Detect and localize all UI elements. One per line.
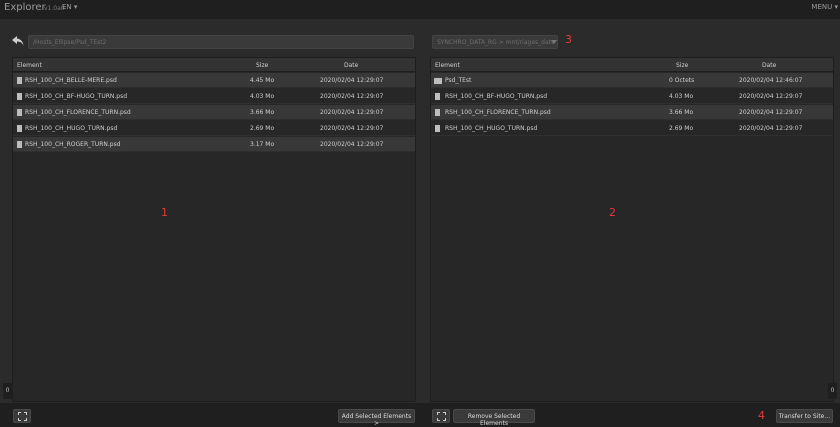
table-row[interactable]: RSH_100_CH_BF-HUGO_TURN.psd 4.03 Mo 2020… (431, 89, 833, 104)
file-date: 2020/02/04 12:29:07 (320, 109, 384, 116)
add-selected-button[interactable]: Add Selected Elements > (338, 409, 415, 427)
file-date: 2020/02/04 12:29:07 (320, 77, 384, 84)
file-size: 4.03 Mo (669, 93, 694, 100)
file-name: RSH_100_CH_HUGO_TURN.psd (25, 125, 118, 132)
column-size[interactable]: Size (676, 62, 688, 69)
annotation-3: 3 (565, 33, 572, 46)
back-arrow-icon[interactable] (11, 35, 25, 47)
menu-label: MENU (811, 3, 833, 11)
table-row[interactable]: RSH_100_CH_BF-HUGO_TURN.psd 4.03 Mo 2020… (13, 89, 415, 104)
select-all-icon[interactable] (432, 409, 450, 423)
transfer-to-site-button[interactable]: Transfer to Site... (776, 409, 833, 423)
file-icon (17, 109, 22, 116)
language-label: EN (62, 3, 72, 11)
chevron-down-icon[interactable] (551, 40, 557, 44)
file-icon (17, 77, 22, 84)
file-name: RSH_100_CH_FLORENCE_TURN.psd (25, 109, 131, 116)
remote-file-panel: Element Size Date Psd_TEst 0 Octets 2020… (430, 57, 834, 402)
file-size: 3.66 Mo (669, 109, 694, 116)
file-size: 2.69 Mo (669, 125, 694, 132)
app-title: Explorer (4, 2, 46, 13)
file-icon (435, 109, 440, 116)
table-row[interactable]: RSH_100_CH_BELLE-MERE.psd 4.45 Mo 2020/0… (13, 73, 415, 88)
file-icon (17, 93, 22, 100)
local-file-panel: Element Size Date RSH_100_CH_BELLE-MERE.… (12, 57, 416, 402)
table-row[interactable]: RSH_100_CH_FLORENCE_TURN.psd 3.66 Mo 202… (13, 105, 415, 120)
file-size: 3.17 Mo (250, 141, 275, 148)
column-element[interactable]: Element (435, 62, 460, 69)
file-date: 2020/02/04 12:29:07 (739, 93, 803, 100)
folder-icon (434, 78, 442, 84)
file-size: 2.69 Mo (250, 125, 275, 132)
file-size: 3.66 Mo (250, 109, 275, 116)
side-tab-right[interactable]: 0 (828, 383, 837, 399)
column-element[interactable]: Element (17, 62, 42, 69)
file-icon (435, 93, 440, 100)
column-date[interactable]: Date (762, 62, 776, 69)
menu-button[interactable]: MENU ▾ (811, 3, 838, 11)
side-tab-left[interactable]: 0 (3, 383, 12, 399)
file-icon (17, 125, 22, 132)
file-name: RSH_100_CH_BF-HUGO_TURN.psd (445, 93, 548, 100)
file-name: RSH_100_CH_ROGER_TURN.psd (25, 141, 121, 148)
site-select[interactable]: SYNCHRO_DATA_RG > mnt/riages_dats (432, 35, 558, 49)
annotation-4: 4 (758, 409, 765, 422)
file-name: Psd_TEst (445, 77, 472, 84)
table-row[interactable]: Psd_TEst 0 Octets 2020/02/04 12:46:07 (431, 73, 833, 88)
file-name: RSH_100_CH_BF-HUGO_TURN.psd (25, 93, 128, 100)
file-name: RSH_100_CH_HUGO_TURN.psd (445, 125, 538, 132)
table-header: Element Size Date (431, 58, 833, 72)
file-size: 4.03 Mo (250, 93, 275, 100)
file-date: 2020/02/04 12:29:07 (739, 109, 803, 116)
path-input[interactable]: /Hosts_Ellipse/Psd_TEst2 (28, 35, 414, 49)
file-date: 2020/02/04 12:29:07 (739, 125, 803, 132)
remove-selected-button[interactable]: Remove Selected Elements (453, 409, 535, 427)
annotation-2: 2 (609, 206, 616, 219)
language-selector[interactable]: EN ▾ (62, 3, 77, 11)
table-row[interactable]: RSH_100_CH_HUGO_TURN.psd 2.69 Mo 2020/02… (13, 121, 415, 136)
column-size[interactable]: Size (256, 62, 268, 69)
file-size: 4.45 Mo (250, 77, 275, 84)
file-name: RSH_100_CH_BELLE-MERE.psd (25, 77, 117, 84)
table-row[interactable]: RSH_100_CH_FLORENCE_TURN.psd 3.66 Mo 202… (431, 105, 833, 120)
file-name: RSH_100_CH_FLORENCE_TURN.psd (445, 109, 551, 116)
file-icon (435, 125, 440, 132)
table-row[interactable]: RSH_100_CH_ROGER_TURN.psd 3.17 Mo 2020/0… (13, 137, 415, 152)
table-header: Element Size Date (13, 58, 415, 72)
file-icon (17, 141, 22, 148)
bottom-bar (0, 403, 840, 427)
file-size: 0 Octets (669, 77, 695, 84)
table-row[interactable]: RSH_100_CH_HUGO_TURN.psd 2.69 Mo 2020/02… (431, 121, 833, 136)
column-date[interactable]: Date (344, 62, 358, 69)
select-all-icon[interactable] (13, 409, 31, 423)
file-date: 2020/02/04 12:29:07 (320, 141, 384, 148)
file-date: 2020/02/04 12:46:07 (739, 77, 803, 84)
top-bar: Explorer v1.0a0 EN ▾ MENU ▾ (0, 0, 840, 19)
annotation-1: 1 (161, 206, 168, 219)
file-date: 2020/02/04 12:29:07 (320, 125, 384, 132)
file-date: 2020/02/04 12:29:07 (320, 93, 384, 100)
